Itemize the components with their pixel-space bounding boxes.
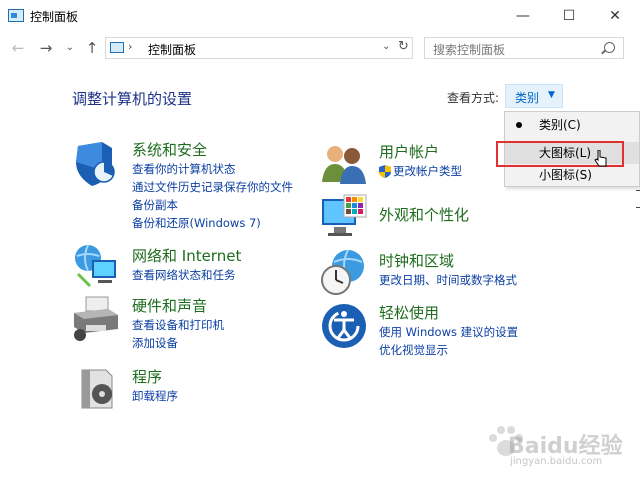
address-bar[interactable]: › 控制面板 ⌄ ↻ [105, 37, 413, 59]
shield-icon[interactable] [72, 140, 120, 188]
category-system-security: 系统和安全 查看你的计算机状态 通过文件历史记录保存你的文件 备份副本 备份和还… [132, 139, 293, 232]
category-clock-region: 时钟和区域 更改日期、时间或数字格式 [379, 250, 517, 289]
link-windows-recommended-settings[interactable]: 使用 Windows 建议的设置 [379, 323, 518, 341]
search-placeholder: 搜索控制面板 [433, 43, 506, 57]
breadcrumb-control-panel[interactable]: 控制面板 [148, 41, 196, 58]
address-dropdown-chevron-icon[interactable]: ⌄ [382, 41, 390, 52]
view-by-label: 查看方式: [447, 91, 500, 105]
category-title[interactable]: 外观和个性化 [379, 204, 469, 225]
view-by-value: 类别 [515, 91, 540, 105]
category-hardware-sound: 硬件和声音 查看设备和打印机 添加设备 [132, 295, 224, 352]
category-title[interactable]: 硬件和声音 [132, 295, 224, 316]
dropdown-arrow-icon: ▼ [548, 90, 555, 100]
category-programs: 程序 卸载程序 [132, 366, 178, 405]
breadcrumb-separator-icon[interactable]: › [128, 40, 132, 53]
clock-globe-icon[interactable] [320, 248, 368, 296]
user-accounts-icon[interactable] [320, 140, 368, 188]
control-panel-icon [8, 9, 24, 22]
link-add-device[interactable]: 添加设备 [132, 334, 224, 352]
programs-disc-icon[interactable] [72, 364, 120, 412]
category-title[interactable]: 轻松使用 [379, 302, 518, 323]
printer-icon[interactable] [72, 295, 120, 343]
category-title[interactable]: 程序 [132, 366, 178, 387]
ease-of-access-icon[interactable] [320, 302, 368, 350]
category-title[interactable]: 系统和安全 [132, 139, 293, 160]
up-arrow-icon[interactable]: ↑ [82, 38, 102, 58]
menu-item-label: 类别(C) [539, 118, 581, 132]
window-edge-indicator [636, 190, 640, 208]
category-ease-of-access: 轻松使用 使用 Windows 建议的设置 优化视觉显示 [379, 302, 518, 359]
recent-locations-chevron-icon[interactable]: ⌄ [60, 38, 80, 58]
watermark-url: jingyan.baidu.com [510, 456, 603, 467]
link-change-date-time-format[interactable]: 更改日期、时间或数字格式 [379, 271, 517, 289]
refresh-icon[interactable]: ↻ [398, 39, 409, 54]
search-input[interactable]: 搜索控制面板 [424, 37, 624, 59]
link-optimize-visual-display[interactable]: 优化视觉显示 [379, 341, 518, 359]
minimize-button[interactable]: — [500, 0, 546, 32]
menu-item-label: 小图标(S) [539, 168, 592, 182]
category-title[interactable]: 网络和 Internet [132, 245, 241, 266]
menu-item-category[interactable]: 类别(C) [505, 114, 639, 136]
menu-item-small-icons[interactable]: 小图标(S) [505, 164, 639, 186]
uac-shield-icon [379, 165, 391, 178]
monitor-palette-icon[interactable] [320, 193, 368, 241]
mouse-pointer-icon [594, 150, 607, 167]
page-title: 调整计算机的设置 [72, 90, 193, 108]
window-title: 控制面板 [30, 10, 79, 24]
back-arrow-icon[interactable]: ← [8, 38, 28, 58]
link-change-account-type-text[interactable]: 更改帐户类型 [393, 164, 462, 178]
category-appearance-personalization: 外观和个性化 [379, 204, 469, 225]
navigation-bar: ← → ⌄ ↑ › 控制面板 ⌄ ↻ 搜索控制面板 [0, 32, 640, 64]
link-backup-restore[interactable]: 备份和还原(Windows 7) [132, 214, 293, 232]
link-uninstall-program[interactable]: 卸载程序 [132, 387, 178, 405]
link-change-account-type[interactable]: 更改帐户类型 [379, 162, 462, 180]
title-bar: 控制面板 — ☐ ✕ [0, 0, 640, 32]
category-title[interactable]: 用户帐户 [379, 141, 462, 162]
link-view-computer-status[interactable]: 查看你的计算机状态 [132, 160, 293, 178]
selected-bullet-icon [516, 122, 522, 128]
category-network-internet: 网络和 Internet 查看网络状态和任务 [132, 245, 241, 284]
category-title[interactable]: 时钟和区域 [379, 250, 517, 271]
control-panel-icon [110, 42, 124, 53]
forward-arrow-icon[interactable]: → [36, 38, 56, 58]
close-button[interactable]: ✕ [592, 0, 638, 32]
maximize-button[interactable]: ☐ [546, 0, 592, 32]
view-by-dropdown[interactable]: 类别 ▼ [505, 84, 563, 108]
link-network-status[interactable]: 查看网络状态和任务 [132, 266, 241, 284]
network-globe-icon[interactable] [72, 242, 120, 290]
category-user-accounts: 用户帐户 更改帐户类型 [379, 141, 462, 180]
link-backup-copy[interactable]: 备份副本 [132, 196, 293, 214]
search-icon[interactable] [604, 42, 615, 53]
link-devices-printers[interactable]: 查看设备和打印机 [132, 316, 224, 334]
link-file-history[interactable]: 通过文件历史记录保存你的文件 [132, 178, 293, 196]
